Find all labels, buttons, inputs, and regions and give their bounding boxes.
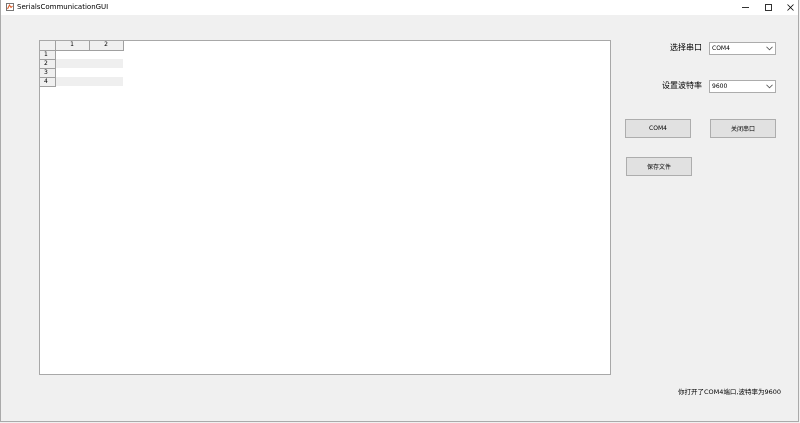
row-header[interactable]: 1 bbox=[40, 50, 56, 60]
chevron-down-icon[interactable] bbox=[764, 44, 774, 53]
table-cell[interactable] bbox=[55, 59, 89, 68]
row-header[interactable]: 4 bbox=[40, 77, 56, 87]
port-select[interactable]: COM4 bbox=[709, 42, 776, 55]
baud-label: 设置波特率 bbox=[662, 81, 702, 90]
column-header[interactable]: 2 bbox=[89, 41, 124, 51]
data-table-panel[interactable]: 1 2 1 2 3 4 bbox=[39, 40, 611, 375]
minimize-icon[interactable] bbox=[733, 0, 757, 15]
maximize-icon[interactable] bbox=[756, 0, 780, 15]
table-row[interactable]: 4 bbox=[40, 77, 123, 87]
chevron-down-icon[interactable] bbox=[764, 82, 774, 91]
table-corner bbox=[40, 41, 56, 51]
table-row[interactable]: 3 bbox=[40, 68, 123, 78]
row-header[interactable]: 3 bbox=[40, 68, 56, 78]
matlab-icon bbox=[6, 3, 14, 11]
app-window: SerialsCommunicationGUI 1 2 1 2 3 4 选择串口… bbox=[0, 0, 799, 422]
port-label: 选择串口 bbox=[670, 43, 702, 52]
close-port-button[interactable]: 关闭串口 bbox=[710, 119, 776, 138]
table-cell[interactable] bbox=[55, 50, 89, 59]
save-file-button[interactable]: 保存文件 bbox=[626, 157, 692, 176]
table-row[interactable]: 2 bbox=[40, 59, 123, 69]
table-cell[interactable] bbox=[89, 59, 123, 68]
table-cell[interactable] bbox=[89, 77, 123, 86]
port-select-value: COM4 bbox=[712, 45, 730, 52]
data-table[interactable]: 1 2 1 2 3 4 bbox=[40, 41, 124, 87]
status-text: 你打开了COM4端口,波特率为9600 bbox=[678, 388, 782, 396]
table-cell[interactable] bbox=[55, 77, 89, 86]
open-port-button[interactable]: COM4 bbox=[625, 119, 691, 138]
row-header[interactable]: 2 bbox=[40, 59, 56, 69]
table-cell[interactable] bbox=[89, 50, 123, 59]
title-bar[interactable]: SerialsCommunicationGUI bbox=[1, 0, 798, 15]
baud-select-value: 9600 bbox=[712, 83, 728, 90]
close-icon[interactable] bbox=[778, 0, 800, 15]
window-title: SerialsCommunicationGUI bbox=[17, 3, 109, 11]
baud-select[interactable]: 9600 bbox=[709, 80, 776, 93]
table-row[interactable]: 1 bbox=[40, 50, 123, 60]
table-cell[interactable] bbox=[89, 68, 123, 77]
table-cell[interactable] bbox=[55, 68, 89, 77]
column-header[interactable]: 1 bbox=[55, 41, 90, 51]
